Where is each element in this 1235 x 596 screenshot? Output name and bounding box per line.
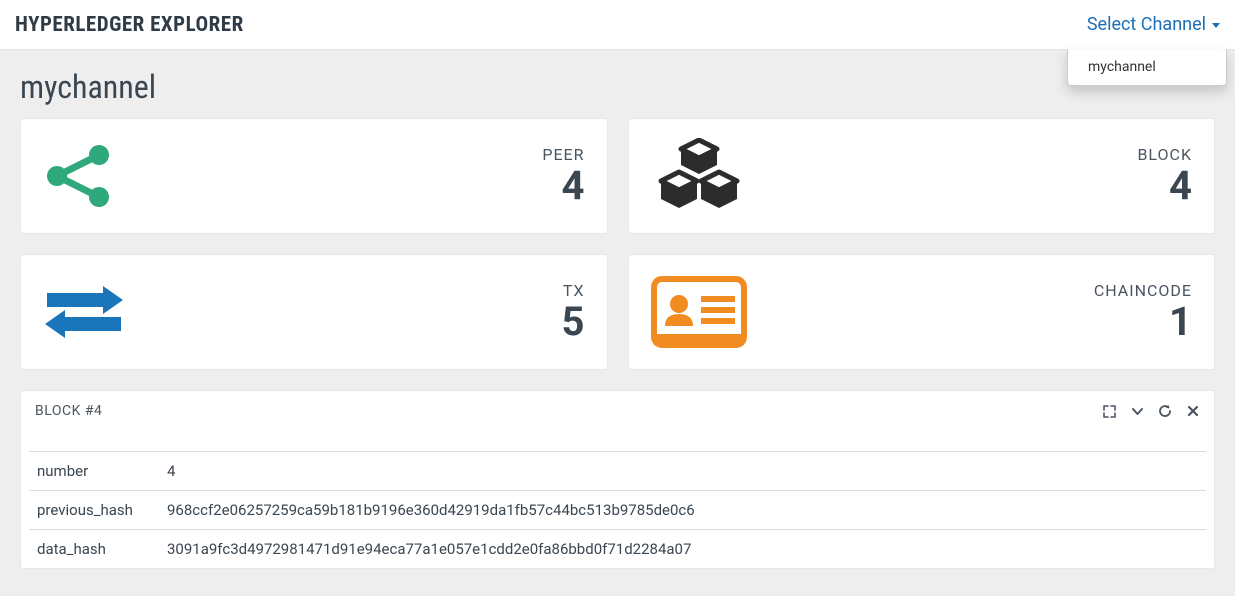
id-card-icon: [651, 276, 747, 348]
tx-label: TX: [562, 281, 585, 300]
refresh-icon[interactable]: [1158, 404, 1172, 418]
share-nodes-icon: [43, 145, 115, 207]
expand-icon[interactable]: [1102, 404, 1116, 418]
stat-cards: PEER 4: [0, 118, 1235, 370]
block-value: 4: [1137, 164, 1192, 208]
chaincode-value: 1: [1094, 300, 1192, 344]
block-card[interactable]: BLOCK 4: [628, 118, 1216, 234]
table-row: previous_hash 968ccf2e06257259ca59b181b9…: [29, 491, 1206, 530]
caret-down-icon: [1212, 23, 1220, 28]
row-key: number: [29, 452, 159, 491]
arrows-exchange-icon: [43, 281, 125, 343]
block-details-table: number 4 previous_hash 968ccf2e06257259c…: [29, 451, 1206, 568]
row-value: 4: [159, 452, 1206, 491]
block-detail-panel: BLOCK #4 number 4 previous_hash 968ccf2e…: [20, 390, 1215, 569]
table-row: number 4: [29, 452, 1206, 491]
select-channel-label: Select Channel: [1087, 14, 1206, 35]
peer-label: PEER: [542, 145, 584, 164]
close-icon[interactable]: [1186, 404, 1200, 418]
channel-dropdown-item[interactable]: mychannel: [1068, 49, 1226, 85]
chaincode-label: CHAINCODE: [1094, 281, 1192, 300]
tx-card[interactable]: TX 5: [20, 254, 608, 370]
row-key: data_hash: [29, 530, 159, 569]
peer-value: 4: [542, 164, 584, 208]
block-label: BLOCK: [1137, 145, 1192, 164]
channel-dropdown-menu: mychannel: [1067, 49, 1227, 86]
row-value: 968ccf2e06257259ca59b181b9196e360d42919d…: [159, 491, 1206, 530]
row-key: previous_hash: [29, 491, 159, 530]
row-value: 3091a9fc3d4972981471d91e94eca77a1e057e1c…: [159, 530, 1206, 569]
chevron-down-icon[interactable]: [1130, 404, 1144, 418]
panel-header: BLOCK #4: [21, 391, 1214, 431]
app-header: HYPERLEDGER EXPLORER Select Channel mych…: [0, 0, 1235, 50]
cubes-icon: [651, 138, 747, 214]
panel-title: BLOCK #4: [35, 403, 102, 419]
page-title: mychannel: [0, 50, 1235, 118]
panel-tools: [1102, 404, 1200, 418]
peer-card[interactable]: PEER 4: [20, 118, 608, 234]
app-title: HYPERLEDGER EXPLORER: [15, 13, 244, 37]
chaincode-card[interactable]: CHAINCODE 1: [628, 254, 1216, 370]
table-row: data_hash 3091a9fc3d4972981471d91e94eca7…: [29, 530, 1206, 569]
tx-value: 5: [562, 300, 585, 344]
select-channel-dropdown[interactable]: Select Channel: [1087, 14, 1220, 35]
